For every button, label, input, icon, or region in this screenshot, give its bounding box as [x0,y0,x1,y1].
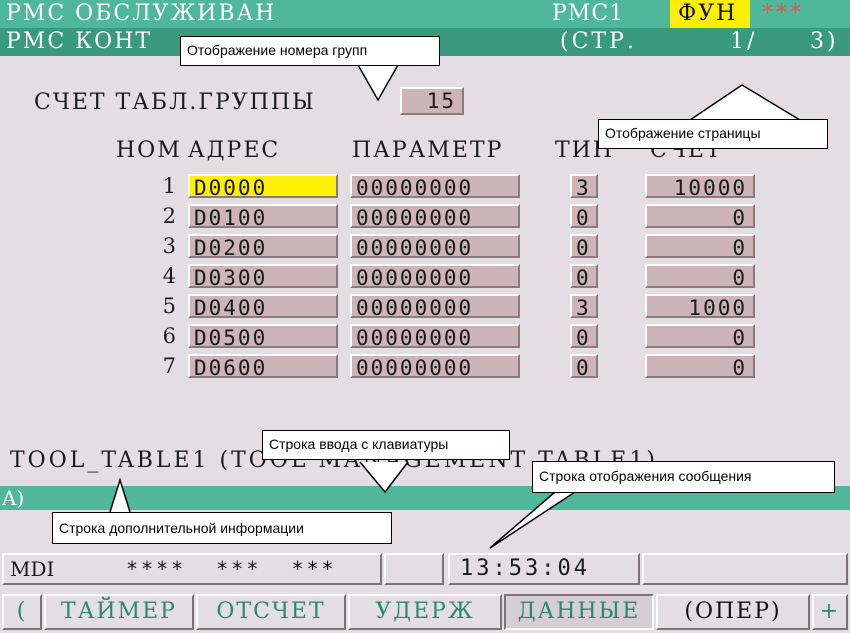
param-cell[interactable]: 00000000 [350,204,520,230]
col-header-address: АДРЕС [188,138,281,163]
callout-message: Строка отображения сообщения [532,461,835,493]
param-cell[interactable]: 00000000 [350,294,520,320]
col-header-num: НОМ [116,138,182,163]
type-cell[interactable]: 0 [570,264,598,290]
type-cell[interactable]: 3 [570,174,598,200]
status-line: MDI **** *** *** 13:53:04 [0,551,850,587]
count-cell[interactable]: 0 [645,234,755,260]
address-cell[interactable]: D0100 [188,204,338,230]
row-number: 5 [162,294,176,318]
softkey-oper[interactable]: (ОПЕР) [656,594,810,630]
callout-page: Отображение страницы [598,119,828,149]
param-cell[interactable]: 00000000 [350,324,520,350]
pmc-path-label: PMC1 [552,1,625,26]
softkey-timer[interactable]: ТАЙМЕР [44,594,194,630]
leader-page [689,84,801,121]
alarm-stars: *** [762,1,804,26]
clock-box: 13:53:04 [448,553,640,585]
pmc-screen: PMC ОБСЛУЖИВАН PMC1 ФУН *** PMC КОНТ (СТ… [0,0,850,633]
group-count-field[interactable]: 15 [400,87,464,115]
page-current: 1/ [730,29,758,54]
type-cell[interactable]: 0 [570,324,598,350]
function-indicator: ФУН [670,0,750,28]
input-text: A) [2,486,25,510]
count-cell[interactable]: 0 [645,264,755,290]
row-number: 6 [162,324,176,348]
address-cell[interactable]: D0200 [188,234,338,260]
col-header-param: ПАРАМЕТР [352,138,504,163]
callout-extra-info: Строка дополнительной информации [52,512,392,544]
param-cell[interactable]: 00000000 [350,264,520,290]
clock: 13:53:04 [460,556,590,581]
status-mode-box: MDI **** *** *** [2,553,382,585]
type-cell[interactable]: 0 [570,234,598,260]
status-blank-box [384,553,444,585]
row-number: 7 [162,354,176,378]
page-total: 3) [810,29,839,54]
address-cell[interactable]: D0600 [188,354,338,380]
count-cell[interactable]: 0 [645,204,755,230]
status-flags: **** *** *** [126,557,337,581]
param-cell[interactable]: 00000000 [350,354,520,380]
count-cell[interactable]: 0 [645,324,755,350]
callout-group-number: Отображение номера групп [180,36,440,66]
screen-title: PMC ОБСЛУЖИВАН [6,1,277,26]
address-cell[interactable]: D0400 [188,294,338,320]
row-number: 3 [162,234,176,258]
param-cell[interactable]: 00000000 [350,174,520,200]
softkey-keep[interactable]: УДЕРЖ [348,594,502,630]
group-count-label: СЧЕТ ТАБЛ.ГРУППЫ [34,90,316,115]
count-cell[interactable]: 0 [645,354,755,380]
address-cell[interactable]: D0500 [188,324,338,350]
softkey-counter[interactable]: ОТСЧЕТ [196,594,346,630]
page-label: (СТР. [560,29,637,54]
address-cell[interactable]: D0300 [188,264,338,290]
count-cell[interactable]: 10000 [645,174,755,200]
row-number: 2 [162,204,176,228]
sub-title: PMC КОНТ [6,29,153,54]
mode-indicator: MDI [10,557,55,581]
softkey-data[interactable]: ДАННЫЕ [504,594,654,630]
type-cell[interactable]: 0 [570,354,598,380]
count-cell[interactable]: 1000 [645,294,755,320]
param-cell[interactable]: 00000000 [350,234,520,260]
status-message-box [642,553,848,585]
type-cell[interactable]: 3 [570,294,598,320]
address-cell[interactable]: D0000 [188,174,338,200]
softkey-left-arrow[interactable]: ( [2,594,42,630]
type-cell[interactable]: 0 [570,204,598,230]
title-bar: PMC ОБСЛУЖИВАН PMC1 ФУН *** [0,0,850,28]
softkey-plus[interactable]: + [812,594,848,630]
row-number: 4 [162,264,176,288]
row-number: 1 [162,174,176,198]
callout-keyboard-input: Строка ввода с клавиатуры [262,430,510,460]
